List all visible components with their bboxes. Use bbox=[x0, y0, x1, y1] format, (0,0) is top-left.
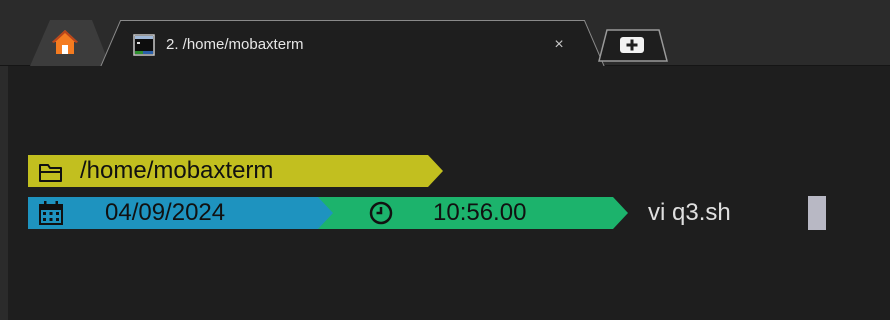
prompt-date: 04/09/2024 bbox=[105, 199, 226, 226]
prompt-time: 10:56.00 bbox=[433, 199, 527, 226]
tab-title: 2. /home/mobaxterm bbox=[166, 36, 304, 53]
clock-icon bbox=[369, 201, 393, 225]
terminal-frame-edge bbox=[0, 66, 8, 320]
calendar-icon bbox=[39, 201, 63, 225]
prompt-time-segment: 10:56.00 bbox=[318, 197, 628, 229]
terminal-session-icon bbox=[133, 34, 155, 56]
prompt-date-segment: 04/09/2024 bbox=[28, 197, 343, 229]
prompt-directory: /home/mobaxterm bbox=[80, 157, 274, 184]
mobaxterm-window: 2. /home/mobaxterm × /home/mobaxterm 04/… bbox=[0, 0, 890, 320]
terminal-area[interactable] bbox=[0, 66, 890, 320]
new-tab-button[interactable] bbox=[595, 28, 670, 62]
folder-icon bbox=[39, 164, 62, 182]
close-icon[interactable]: × bbox=[548, 34, 570, 56]
command-input[interactable]: vi q3.sh bbox=[648, 197, 731, 229]
prompt-directory-segment: /home/mobaxterm bbox=[28, 155, 443, 187]
home-icon[interactable] bbox=[50, 27, 80, 57]
text-cursor bbox=[808, 196, 826, 230]
